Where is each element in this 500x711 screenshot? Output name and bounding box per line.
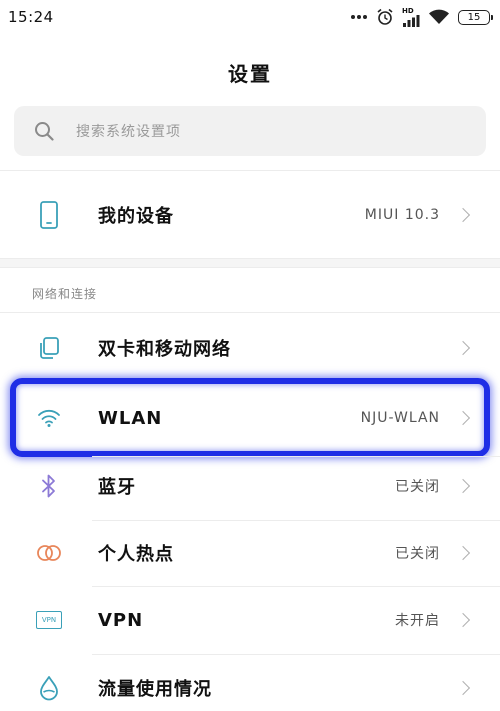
status-bar: 15:24 HD 15 <box>0 0 500 34</box>
vpn-icon: VPN <box>34 605 64 635</box>
chevron-right-icon <box>455 410 471 426</box>
chevron-right-icon <box>455 340 471 356</box>
section-separator <box>0 258 500 268</box>
chevron-right-icon <box>455 545 471 561</box>
divider <box>0 170 500 171</box>
battery-icon: 15 <box>458 9 493 25</box>
hotspot-icon <box>34 538 64 568</box>
wifi-status-icon <box>428 9 450 25</box>
bluetooth-label: 蓝牙 <box>98 477 136 498</box>
phone-icon <box>34 200 64 230</box>
wlan-label: WLAN <box>98 407 163 429</box>
hd-label: HD <box>402 6 414 15</box>
miui-version-value: MIUI 10.3 <box>364 207 440 223</box>
hotspot-status-value: 已关闭 <box>395 546 440 562</box>
search-icon <box>34 121 54 141</box>
divider <box>0 312 500 313</box>
search-input[interactable]: 搜索系统设置项 <box>14 106 486 156</box>
wlan-row[interactable]: WLAN NJU-WLAN <box>0 384 500 452</box>
search-placeholder: 搜索系统设置项 <box>76 124 181 140</box>
vpn-icon-box: VPN <box>36 611 62 629</box>
wlan-network-value: NJU-WLAN <box>360 410 440 426</box>
chevron-right-icon <box>455 612 471 628</box>
signal-icon: HD <box>402 6 420 27</box>
status-time: 15:24 <box>8 8 54 26</box>
my-device-label: 我的设备 <box>98 206 174 227</box>
data-usage-label: 流量使用情况 <box>98 679 212 700</box>
bluetooth-status-value: 已关闭 <box>395 479 440 495</box>
chevron-right-icon <box>455 680 471 696</box>
data-usage-row[interactable]: 流量使用情况 <box>0 654 500 711</box>
vpn-status-value: 未开启 <box>395 613 440 629</box>
chevron-right-icon <box>455 478 471 494</box>
status-icons: HD 15 <box>350 6 493 27</box>
my-device-row[interactable]: 我的设备 MIUI 10.3 <box>0 172 500 258</box>
hotspot-label: 个人热点 <box>98 544 174 565</box>
settings-screen: 15:24 HD 15 设置 搜索系统设置项 我的设备 MIUI 10.3 网络… <box>0 0 500 711</box>
wifi-icon <box>34 403 64 433</box>
vpn-row[interactable]: VPN VPN 未开启 <box>0 586 500 654</box>
network-section-header: 网络和连接 <box>32 287 98 301</box>
bluetooth-row[interactable]: 蓝牙 已关闭 <box>0 452 500 520</box>
more-dots-icon <box>350 14 368 20</box>
sim-card-icon <box>34 333 64 363</box>
alarm-clock-icon <box>376 8 394 26</box>
data-usage-icon <box>34 673 64 703</box>
chevron-right-icon <box>455 207 471 223</box>
dual-sim-row[interactable]: 双卡和移动网络 <box>0 314 500 382</box>
dual-sim-label: 双卡和移动网络 <box>98 339 231 360</box>
hotspot-row[interactable]: 个人热点 已关闭 <box>0 520 500 586</box>
bluetooth-icon <box>34 471 64 501</box>
page-title: 设置 <box>228 62 272 86</box>
vpn-label: VPN <box>98 609 144 631</box>
